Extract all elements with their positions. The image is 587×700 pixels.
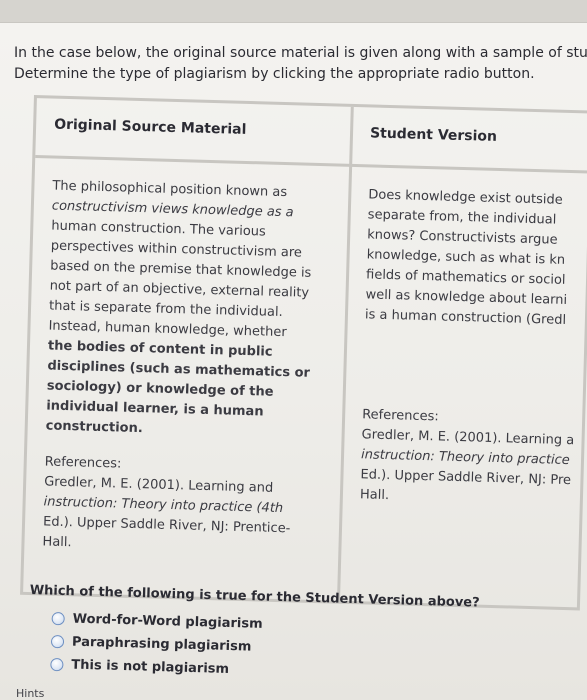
column-divider xyxy=(336,106,354,601)
student-references: References: Gredler, M. E. (2001). Learn… xyxy=(360,405,587,511)
radio-button[interactable] xyxy=(51,611,65,625)
comparison-table: Original Source Material Student Version… xyxy=(20,95,587,611)
instructions: In the case below, the original source m… xyxy=(14,43,587,85)
header-student-version: Student Version xyxy=(369,125,498,145)
hints-link[interactable]: Hints xyxy=(16,687,44,700)
instructions-line-1: In the case below, the original source m… xyxy=(14,45,587,61)
instructions-line-2: Determine the type of plagiarism by clic… xyxy=(14,66,535,82)
answer-options: Word-for-Word plagiarism Paraphrasing pl… xyxy=(50,607,472,688)
option-label[interactable]: This is not plagiarism xyxy=(71,657,229,676)
top-edge-band xyxy=(0,0,587,23)
radio-button[interactable] xyxy=(50,657,64,671)
header-original-source: Original Source Material xyxy=(53,116,247,138)
header-divider xyxy=(35,155,587,174)
option-label[interactable]: Word-for-Word plagiarism xyxy=(72,611,262,631)
option-label[interactable]: Paraphrasing plagiarism xyxy=(72,634,252,654)
original-source-text: The philosophical position known as cons… xyxy=(42,177,332,561)
radio-button[interactable] xyxy=(50,634,65,648)
quiz-page: In the case below, the original source m… xyxy=(0,23,587,700)
student-version-text: Does knowledge exist outside separate fr… xyxy=(365,185,587,331)
original-references: References: Gredler, M. E. (2001). Learn… xyxy=(42,452,325,560)
